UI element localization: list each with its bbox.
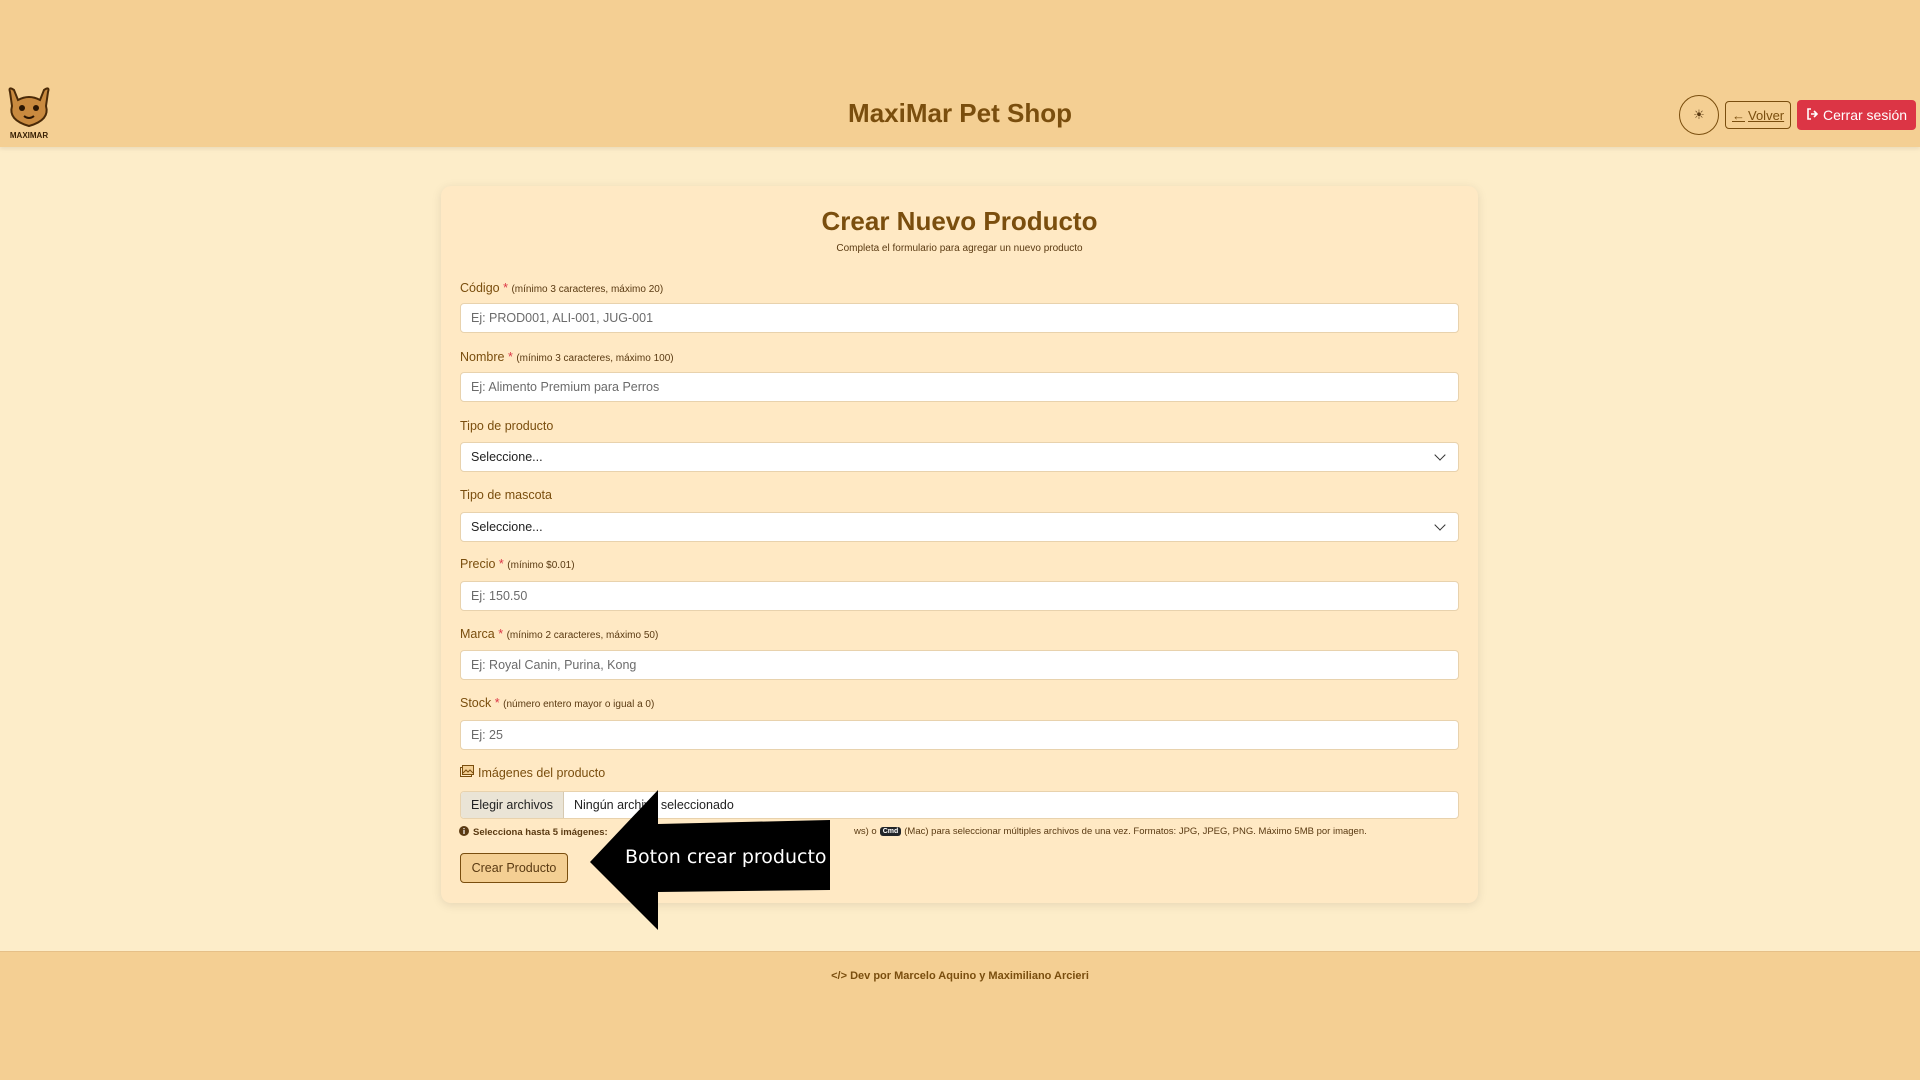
theme-toggle-button[interactable]: ☀ [1679,95,1719,135]
logout-label: Cerrar sesión [1823,107,1908,123]
marca-label: Marca * (mínimo 2 caracteres, máximo 50) [460,627,659,641]
tipo-mascota-label: Tipo de mascota [460,488,552,502]
images-help-tail: ws) o Cmd (Mac) para seleccionar múltipl… [854,826,1367,837]
codigo-label: Código * (mínimo 3 caracteres, máximo 20… [460,281,664,295]
sun-icon: ☀ [1693,107,1705,122]
chevron-down-icon [1434,449,1446,461]
form-title: Crear Nuevo Producto [821,206,1098,236]
footer-credit: </> Dev por Marcelo Aquino y Maximiliano… [831,970,1089,982]
logo-text: MAXIMAR [10,131,48,140]
sign-out-icon [1806,107,1819,123]
form-subtitle: Completa el formulario para agregar un n… [836,243,1083,254]
images-help-text: Selecciona hasta 5 imágenes: [459,826,608,839]
cmd-key: Cmd [879,827,902,836]
images-icon [460,765,474,780]
logout-button[interactable]: Cerrar sesión [1797,100,1917,130]
crear-producto-button[interactable]: Crear Producto [460,853,568,883]
codigo-input[interactable]: Ej: PROD001, ALI-001, JUG-001 [460,303,1459,333]
info-icon [459,826,469,839]
back-label: Volver [1748,107,1785,123]
arrow-left-icon: ← [1732,107,1745,123]
precio-input[interactable]: Ej: 150.50 [460,581,1459,611]
chevron-down-icon [1434,519,1446,531]
choose-files-button[interactable]: Elegir archivos [461,792,564,818]
code-icon: </> [831,970,848,982]
tipo-producto-label: Tipo de producto [460,419,554,433]
tipo-mascota-select[interactable]: Seleccione... [460,512,1459,542]
stock-input[interactable]: Ej: 25 [460,720,1459,750]
marca-input[interactable]: Ej: Royal Canin, Purina, Kong [460,650,1459,680]
tipo-producto-select[interactable]: Seleccione... [460,442,1459,472]
nombre-input[interactable]: Ej: Alimento Premium para Perros [460,372,1459,402]
imagenes-label: Imágenes del producto [460,765,605,780]
stock-label: Stock * (número entero mayor o igual a 0… [460,696,655,710]
back-button[interactable]: ← Volver [1725,101,1792,129]
annotation-label: Boton crear producto [625,846,827,868]
nombre-label: Nombre * (mínimo 3 caracteres, máximo 10… [460,350,674,364]
precio-label: Precio * (mínimo $0.01) [460,557,575,571]
site-title: MaxiMar Pet Shop [848,98,1072,128]
